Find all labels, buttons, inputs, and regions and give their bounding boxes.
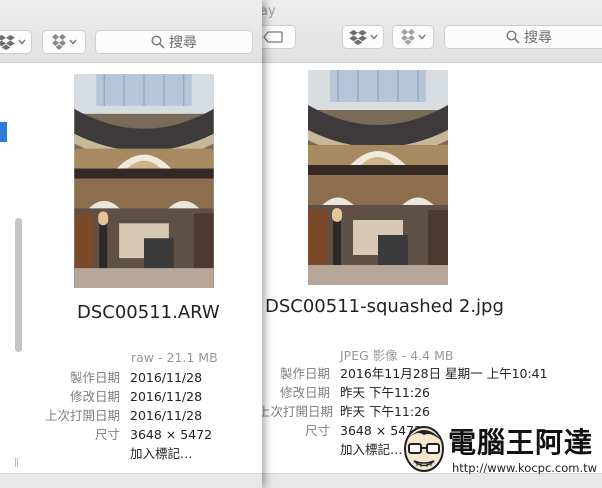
image-preview[interactable]	[308, 70, 448, 285]
file-name: DSC00511-squashed 2.jpg	[265, 296, 504, 317]
metadata-row-dimensions: 尺寸 3648 × 5472	[22, 425, 212, 444]
dropbox-icon	[349, 29, 367, 45]
search-field[interactable]: 搜尋	[444, 25, 602, 49]
chevron-down-icon	[68, 39, 77, 45]
search-icon	[151, 35, 165, 49]
tag-button[interactable]	[258, 25, 296, 49]
metadata-label: 上次打開日期	[258, 404, 334, 419]
add-tags-link[interactable]: 加入標記…	[340, 440, 403, 459]
dropbox-button[interactable]	[342, 25, 384, 49]
dropbox-button[interactable]	[0, 30, 32, 54]
metadata-label: 上次打開日期	[44, 408, 120, 423]
search-field[interactable]: 搜尋	[95, 30, 253, 54]
dropbox-gray-icon	[51, 34, 66, 50]
metadata-label: 修改日期	[69, 389, 120, 404]
chevron-down-icon	[417, 34, 426, 40]
dropbox-gray-icon	[400, 29, 415, 45]
add-tags-link[interactable]: 加入標記…	[130, 444, 193, 463]
window-bottom-bar	[0, 473, 262, 488]
resize-handle[interactable]: ||	[14, 458, 19, 468]
dropbox-gray-button[interactable]	[392, 25, 434, 49]
metadata-value: 2016/11/28	[130, 408, 203, 423]
finder-window-front[interactable]: 搜尋 || DSC00511.ARW raw - 21.1 MB 製作日期 20…	[0, 0, 262, 488]
metadata-value: 3648 × 5472	[130, 427, 213, 442]
search-placeholder: 搜尋	[524, 30, 552, 46]
site-watermark: 電腦王阿達 http://www.kocpc.com.tw	[398, 415, 602, 488]
metadata-label: 製作日期	[279, 366, 330, 381]
file-name: DSC00511.ARW	[77, 302, 220, 323]
chevron-down-icon	[17, 39, 26, 45]
file-kind-size: raw - 21.1 MB	[131, 350, 218, 365]
metadata-value: 2016/11/28	[130, 370, 203, 385]
dropbox-gray-button[interactable]	[42, 30, 86, 54]
titlebar[interactable]: 搜尋	[0, 0, 262, 63]
tag-icon	[263, 31, 283, 43]
metadata-row-created: 製作日期 2016年11月28日 星期一 上午10:41	[258, 364, 548, 383]
chevron-down-icon	[369, 34, 378, 40]
image-preview[interactable]	[73, 74, 215, 288]
watermark-url: http://www.kocpc.com.tw	[452, 461, 598, 475]
window-title: ay	[260, 4, 276, 19]
search-placeholder: 搜尋	[169, 35, 197, 51]
metadata-label: 製作日期	[69, 370, 120, 385]
metadata-value: 昨天 下午11:26	[340, 385, 430, 400]
scrollbar[interactable]	[15, 218, 22, 352]
dropbox-icon	[0, 34, 15, 50]
mascot-logo	[404, 426, 444, 472]
metadata-label: 尺寸	[94, 427, 120, 442]
metadata-row-modified: 修改日期 2016/11/28	[22, 387, 212, 406]
metadata-row-modified: 修改日期 昨天 下午11:26	[258, 383, 548, 402]
metadata-label: 尺寸	[304, 423, 330, 438]
titlebar[interactable]: ay 搜尋	[258, 0, 602, 63]
sidebar-selected-item[interactable]	[0, 122, 7, 142]
metadata-row-tags: 加入標記…	[22, 444, 212, 463]
file-kind-size: JPEG 影像 - 4.4 MB	[340, 348, 454, 363]
search-icon	[506, 30, 520, 44]
metadata-label: 修改日期	[279, 385, 330, 400]
metadata-row-last-opened: 上次打開日期 2016/11/28	[22, 406, 212, 425]
metadata-value: 2016/11/28	[130, 389, 203, 404]
metadata-row-created: 製作日期 2016/11/28	[22, 368, 212, 387]
watermark-title: 電腦王阿達	[448, 426, 594, 459]
metadata-value: 2016年11月28日 星期一 上午10:41	[340, 366, 548, 381]
metadata-list: 製作日期 2016/11/28 修改日期 2016/11/28 上次打開日期 2…	[22, 368, 212, 463]
